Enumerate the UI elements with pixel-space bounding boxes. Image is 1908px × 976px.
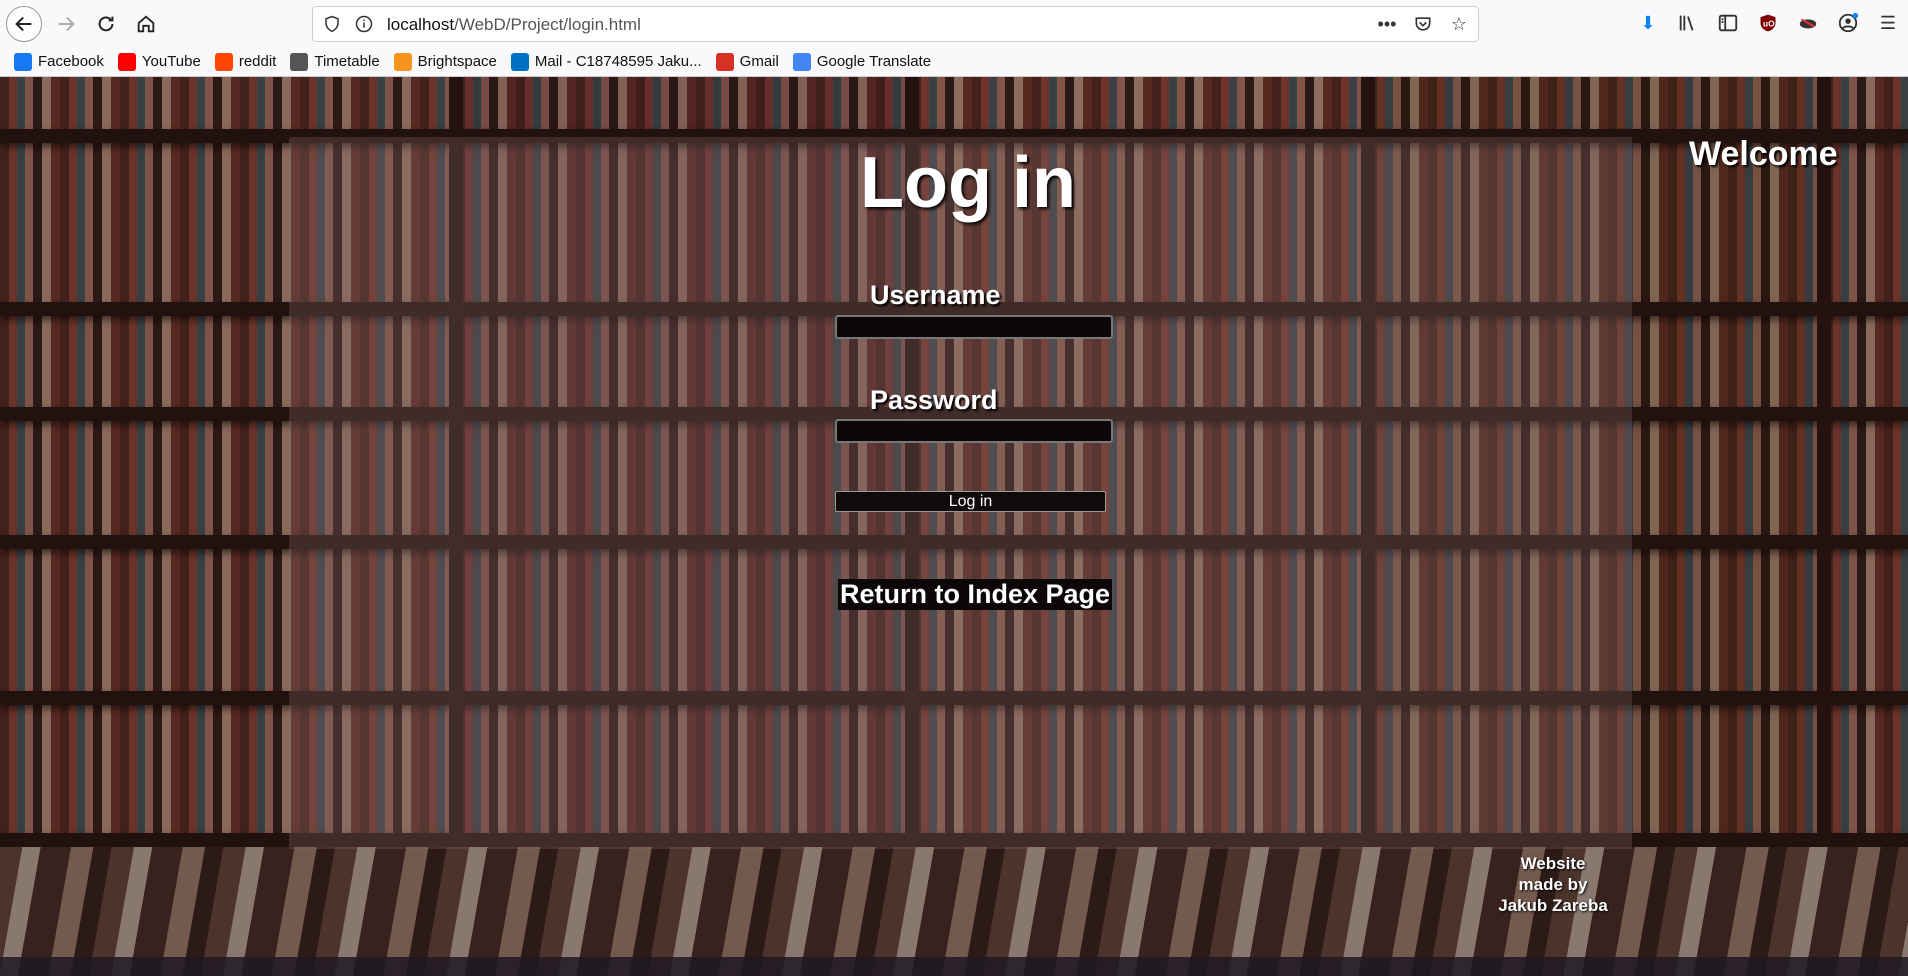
reload-icon: [98, 16, 114, 32]
home-icon: [137, 15, 155, 33]
youtube-icon: [117, 52, 136, 71]
pocket-icon[interactable]: [1412, 13, 1434, 35]
facebook-icon: [14, 52, 32, 71]
username-input[interactable]: [835, 315, 1113, 339]
reload-button[interactable]: [88, 6, 124, 42]
bookmark-item[interactable]: YouTube: [117, 52, 201, 71]
bookmarks-bar: Facebook YouTube reddit Timetable Brightspac…: [0, 47, 1908, 77]
globe-icon: [290, 52, 309, 71]
password-label: Password: [870, 385, 998, 415]
credit-line: Website: [1520, 854, 1586, 873]
bookmark-item[interactable]: reddit: [214, 52, 277, 71]
translate-icon: [792, 52, 811, 71]
brightspace-icon: [393, 52, 412, 71]
extension-icon[interactable]: [1788, 8, 1828, 38]
welcome-heading: Welcome: [1689, 135, 1838, 173]
browser-toolbar: localhost/WebD/Project/login.html ••• ☆ …: [0, 0, 1908, 47]
page-actions-icon[interactable]: •••: [1376, 13, 1398, 35]
bookmark-label: Brightspace: [417, 53, 497, 70]
forward-button[interactable]: [48, 6, 84, 42]
url-text[interactable]: localhost/WebD/Project/login.html: [387, 15, 641, 35]
bookmark-label: Mail - C18748595 Jaku...: [534, 53, 702, 70]
back-button[interactable]: [6, 6, 42, 42]
credit-text: Website made by Jakub Zareba: [1488, 853, 1618, 916]
footer-strip: [0, 957, 1908, 976]
arrow-left-icon: [15, 16, 32, 32]
outlook-icon: [510, 52, 529, 71]
bookmark-item[interactable]: Facebook: [14, 52, 104, 71]
bookmark-label: Google Translate: [816, 53, 932, 70]
bookmark-label: YouTube: [141, 53, 201, 70]
bookmark-item[interactable]: Mail - C18748595 Jaku...: [510, 52, 702, 71]
sidebar-icon[interactable]: [1708, 8, 1748, 38]
tracking-shield-icon[interactable]: [323, 15, 341, 33]
url-host: localhost: [387, 15, 455, 34]
reddit-icon: [214, 52, 233, 71]
bookmark-item[interactable]: Gmail: [715, 52, 779, 71]
password-input[interactable]: [835, 419, 1113, 443]
url-path: /WebD/Project/login.html: [454, 15, 641, 34]
return-to-index-link[interactable]: Return to Index Page: [838, 579, 1113, 610]
account-icon[interactable]: [1828, 8, 1868, 38]
url-bar[interactable]: localhost/WebD/Project/login.html ••• ☆: [312, 6, 1479, 42]
bookmark-star-icon[interactable]: ☆: [1448, 13, 1470, 35]
library-icon[interactable]: [1668, 8, 1708, 38]
gmail-icon: [715, 52, 734, 71]
arrow-right-icon: [58, 16, 75, 32]
login-button[interactable]: Log in: [835, 491, 1106, 512]
page-title: Log in: [860, 143, 1076, 223]
bookmark-label: reddit: [238, 53, 277, 70]
page-viewport: Log in Welcome Username Password Log in …: [0, 77, 1908, 976]
bookmark-item[interactable]: Brightspace: [393, 52, 497, 71]
bookmark-item[interactable]: Timetable: [290, 52, 380, 71]
download-icon[interactable]: ⬇: [1628, 8, 1668, 38]
credit-line: made by: [1518, 875, 1588, 894]
bookmark-label: Timetable: [314, 53, 380, 70]
svg-text:uO: uO: [1763, 18, 1775, 28]
username-label: Username: [870, 280, 1001, 310]
menu-icon[interactable]: ☰: [1868, 8, 1908, 38]
site-info-icon[interactable]: [355, 15, 373, 33]
ublock-icon[interactable]: uO: [1748, 8, 1788, 38]
bookmark-item[interactable]: Google Translate: [792, 52, 932, 71]
bookmark-label: Gmail: [739, 53, 779, 70]
credit-author: Jakub Zareba: [1498, 896, 1608, 915]
home-button[interactable]: [128, 6, 164, 42]
bookmark-label: Facebook: [38, 53, 104, 70]
